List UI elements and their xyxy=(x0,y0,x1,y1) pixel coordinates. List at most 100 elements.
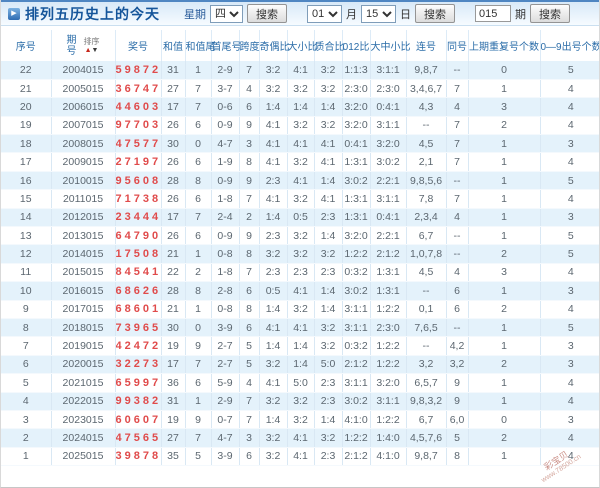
cell-consecutive: 7,6,5 xyxy=(406,318,447,338)
issue-search-button[interactable]: 搜索 xyxy=(530,4,570,23)
cell-same-number: 9 xyxy=(446,392,469,411)
cell-odd-even-ratio: 0:5 xyxy=(259,281,288,301)
cell-prize: 47577 xyxy=(115,134,162,154)
cell-odd-even-ratio: 4:1 xyxy=(259,318,288,338)
cell-sum: 26 xyxy=(161,116,186,136)
month-select[interactable]: 01 xyxy=(307,4,342,23)
cell-span: 3 xyxy=(239,428,260,448)
cell-issue: 2004015 xyxy=(51,61,116,80)
cell-big-mid-small-ratio: 3:1:1 xyxy=(370,189,407,209)
table-row: 13 2013015 64790 26 6 0-9 9 2:3 3:2 1:4 3:2:0 2:2:1… xyxy=(1,226,599,246)
cell-prime-composite-ratio: 3:2 xyxy=(314,79,343,99)
cell-same-number: 4,2 xyxy=(446,336,469,356)
column-header-first-last: 首尾号 xyxy=(211,30,242,61)
cell-sum: 19 xyxy=(161,410,186,430)
cell-prize: 32273 xyxy=(115,355,162,375)
cell-first-last: 4-7 xyxy=(211,134,240,154)
cell-first-last: 1-8 xyxy=(211,263,240,283)
cell-consecutive: 9,8,5,6 xyxy=(406,171,447,191)
cell-seq: 8 xyxy=(1,318,52,338)
cell-odd-even-ratio: 4:1 xyxy=(259,373,288,393)
cell-prime-composite-ratio: 3:2 xyxy=(314,244,343,264)
cell-prev-repeat-count: 1 xyxy=(468,318,541,338)
cell-distinct-count: 5 xyxy=(540,244,599,264)
cell-seq: 15 xyxy=(1,189,52,209)
table-row: 1 2025015 39878 35 5 3-9 6 3:2 4:1 2:3 2:1:2 4:1:0 9… xyxy=(1,447,599,467)
weekday-select[interactable]: 四 xyxy=(210,4,243,23)
sort-desc-icon[interactable]: ▼ xyxy=(92,47,99,54)
month-label: 月 xyxy=(346,8,357,21)
cell-consecutive: 3,2 xyxy=(406,355,447,375)
cell-seq: 19 xyxy=(1,116,52,136)
cell-seq: 22 xyxy=(1,61,52,80)
cell-012-ratio: 0:4:1 xyxy=(342,134,371,154)
cell-012-ratio: 3:0:2 xyxy=(342,392,371,411)
cell-distinct-count: 4 xyxy=(540,373,599,393)
cell-big-mid-small-ratio: 2:2:1 xyxy=(370,171,407,191)
cell-span: 5 xyxy=(239,355,260,375)
cell-big-small-ratio: 3:2 xyxy=(287,392,315,411)
cell-consecutive: 4,3 xyxy=(406,97,447,117)
cell-big-mid-small-ratio: 3:1:1 xyxy=(370,392,407,411)
cell-span: 6 xyxy=(239,318,260,338)
cell-same-number: 5 xyxy=(446,428,469,448)
cell-same-number: 3,2 xyxy=(446,355,469,375)
cell-prime-composite-ratio: 3:2 xyxy=(314,116,343,136)
cell-same-number: 6 xyxy=(446,281,469,301)
issue-input[interactable] xyxy=(475,5,511,22)
cell-first-last: 4-7 xyxy=(211,428,240,448)
cell-prev-repeat-count: 1 xyxy=(468,208,541,228)
cell-sum-tail: 5 xyxy=(185,447,212,467)
issue-label: 期 xyxy=(515,8,526,21)
cell-span: 4 xyxy=(239,373,260,393)
column-header-012-ratio: 012比 xyxy=(342,30,371,61)
cell-same-number: -- xyxy=(446,226,469,246)
sort-asc-icon[interactable]: ▲ xyxy=(85,47,92,54)
column-header-same-number: 同号 xyxy=(446,30,469,61)
cell-same-number: 4 xyxy=(446,263,469,283)
cell-big-small-ratio: 3:2 xyxy=(287,410,315,430)
day-select[interactable]: 15 xyxy=(361,4,396,23)
table-row: 22 2004015 59872 31 1 2-9 7 3:2 4:1 3:2 1:1:3 3:1:1… xyxy=(1,61,599,80)
cell-issue: 2018015 xyxy=(51,318,116,338)
cell-issue: 2025015 xyxy=(51,447,116,467)
column-header-issue[interactable]: 期号排序 ▲▼ xyxy=(51,30,116,61)
table-row: 10 2016015 68626 28 8 2-8 6 0:5 4:1 1:4 3:0:2 1:3:1… xyxy=(1,281,599,301)
date-search-button[interactable]: 搜索 xyxy=(415,4,455,23)
cell-first-last: 0-8 xyxy=(211,300,240,319)
cell-prime-composite-ratio: 4:1 xyxy=(314,134,343,154)
cell-same-number: 6,0 xyxy=(446,410,469,430)
cell-prime-composite-ratio: 1:4 xyxy=(314,281,343,301)
cell-issue: 2008015 xyxy=(51,134,116,154)
cell-012-ratio: 1:3:1 xyxy=(342,152,371,172)
cell-seq: 11 xyxy=(1,263,52,283)
cell-prize: 60607 xyxy=(115,410,162,430)
cell-big-small-ratio: 1:4 xyxy=(287,97,315,117)
cell-sum: 31 xyxy=(161,61,186,80)
cell-seq: 13 xyxy=(1,226,52,246)
cell-sum-tail: 7 xyxy=(185,79,212,99)
cell-big-small-ratio: 4:1 xyxy=(287,281,315,301)
cell-issue: 2005015 xyxy=(51,79,116,99)
cell-prev-repeat-count: 0 xyxy=(468,410,541,430)
column-header-prime-composite-ratio: 质合比 xyxy=(314,30,345,61)
cell-seq: 2 xyxy=(1,428,52,448)
cell-sum-tail: 7 xyxy=(185,97,212,117)
cell-prev-repeat-count: 2 xyxy=(468,300,541,319)
cell-odd-even-ratio: 2:3 xyxy=(259,263,288,283)
cell-span: 8 xyxy=(239,152,260,172)
cell-prime-composite-ratio: 4:1 xyxy=(314,152,343,172)
week-search-button[interactable]: 搜索 xyxy=(247,4,287,23)
column-header-big-mid-small-ratio: 大中小比 xyxy=(370,30,411,61)
cell-distinct-count: 4 xyxy=(540,300,599,319)
cell-odd-even-ratio: 2:3 xyxy=(259,226,288,246)
cell-issue: 2010015 xyxy=(51,171,116,191)
cell-sum: 17 xyxy=(161,208,186,228)
cell-seq: 17 xyxy=(1,152,52,172)
cell-big-small-ratio: 3:2 xyxy=(287,226,315,246)
cell-prime-composite-ratio: 3:2 xyxy=(314,336,343,356)
cell-issue: 2009015 xyxy=(51,152,116,172)
cell-prize: 84541 xyxy=(115,263,162,283)
cell-distinct-count: 5 xyxy=(540,318,599,338)
cell-prize: 99382 xyxy=(115,392,162,411)
